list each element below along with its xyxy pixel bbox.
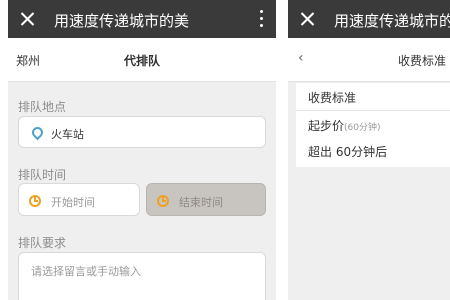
top-bar: 用速度传递城市的美: [8, 0, 276, 38]
app-title: 用速度传递城市的美: [334, 12, 450, 30]
top-bar: 用速度传递城市的美: [288, 0, 450, 38]
more-vertical-icon[interactable]: [260, 10, 264, 28]
requirements-placeholder: 请选择留言或手动输入: [31, 265, 141, 278]
pricing-section-header: 收费标准: [296, 83, 450, 111]
overtime-row: 超出 60分钟后: [308, 145, 388, 159]
end-time-field[interactable]: 结束时间: [146, 183, 266, 216]
page-title: 代排队: [123, 54, 160, 68]
page-header: 郑州 代排队: [8, 38, 276, 82]
start-price-label: 起步价: [308, 119, 345, 133]
clock-icon: [157, 195, 169, 207]
section-header-label: 收费标准: [308, 91, 357, 105]
requirements-label: 排队要求: [18, 236, 67, 250]
page-title: 收费标准: [398, 54, 447, 68]
location-value: 火车站: [51, 128, 84, 141]
time-label: 排队时间: [18, 168, 67, 182]
chevron-left-icon[interactable]: ‹: [298, 50, 304, 66]
requirements-textarea[interactable]: 请选择留言或手动输入: [18, 252, 266, 300]
pricing-list: 起步价(60分钟) 超出 60分钟后: [296, 111, 450, 167]
end-time-placeholder: 结束时间: [179, 196, 223, 209]
pricing-screen: 用速度传递城市的美 ‹ 收费标准 收费标准 起步价(60分钟) 超出 60分钟后: [288, 0, 450, 300]
order-form-screen: 用速度传递城市的美 郑州 代排队 排队地点 火车站 排队时间 开始时间 结束时间…: [8, 0, 276, 300]
app-title: 用速度传递城市的美: [54, 12, 190, 30]
clock-icon: [29, 195, 41, 207]
location-field[interactable]: 火车站: [18, 116, 266, 148]
start-price-row: 起步价(60分钟): [308, 117, 381, 134]
page-header: ‹ 收费标准: [288, 38, 450, 82]
start-time-field[interactable]: 开始时间: [18, 183, 140, 216]
location-pin-icon: [29, 124, 46, 141]
location-label: 排队地点: [18, 100, 67, 114]
start-time-placeholder: 开始时间: [51, 196, 95, 209]
close-icon[interactable]: [18, 7, 38, 31]
start-price-note: (60分钟): [344, 123, 381, 133]
close-icon[interactable]: [298, 7, 318, 31]
